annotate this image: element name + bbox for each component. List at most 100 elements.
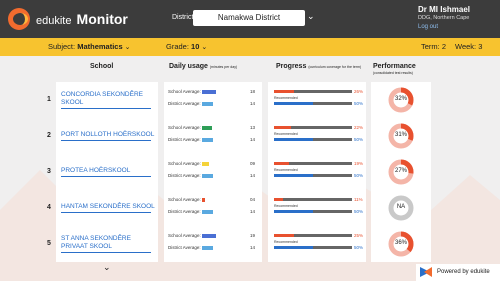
chevron-down-icon: ⌄ bbox=[201, 44, 208, 51]
school-name-link[interactable]: PORT NOLLOTH HOËRSKOOL bbox=[61, 131, 157, 139]
district-usage-value: 14 bbox=[250, 173, 256, 178]
school-progress-fill bbox=[274, 198, 283, 201]
table-row: 4 HANTAM SEKONDÊRE SKOOL School Average:… bbox=[0, 190, 500, 226]
school-cell: CONCORDIA SEKONDÊRE SKOOL bbox=[56, 82, 158, 118]
row-number: 5 bbox=[47, 240, 51, 247]
performance-value: 32% bbox=[394, 96, 407, 102]
school-progress-fill bbox=[274, 126, 292, 129]
school-progress-value: 19% bbox=[354, 161, 364, 166]
performance-value: 36% bbox=[394, 240, 407, 246]
user-role: DDG, Northern Cape bbox=[418, 15, 470, 21]
school-progress-track bbox=[274, 162, 352, 165]
district-average-label: District Average: bbox=[168, 209, 201, 214]
school-usage-value: 13 bbox=[250, 125, 256, 130]
progress-cell: 19% Recommended 50% bbox=[268, 154, 366, 190]
school-progress-track bbox=[274, 90, 352, 93]
user-name: Dr MI Ishmael bbox=[418, 5, 471, 14]
usage-cell: School Average: 04 District Average: 14 bbox=[164, 190, 262, 226]
recommended-label: Recommended bbox=[274, 168, 298, 172]
chevron-down-icon[interactable]: ⌄ bbox=[307, 11, 315, 22]
school-average-label: School Average: bbox=[168, 89, 201, 94]
school-usage-bar bbox=[202, 162, 209, 166]
district-usage-bar bbox=[202, 138, 213, 142]
recommended-label: Recommended bbox=[274, 132, 298, 136]
recommended-progress-fill bbox=[274, 174, 313, 177]
week-indicator: Week: 3 bbox=[455, 42, 483, 51]
school-name-line1: HANTAM SEKONDÊRE SKOOL bbox=[61, 203, 155, 210]
subject-filter[interactable]: Subject: Mathematics ⌄ bbox=[48, 42, 131, 51]
school-progress-value: 25% bbox=[354, 233, 364, 238]
subject-value: Mathematics bbox=[77, 42, 123, 51]
school-underline bbox=[61, 212, 151, 213]
school-name-link[interactable]: ST ANNA SEKONDÊRE PRIVAAT SKOOL bbox=[61, 235, 157, 251]
term-indicator: Term: 2 bbox=[421, 42, 447, 51]
edukite-logo-icon bbox=[8, 8, 30, 30]
top-header: edukite Monitor District Namakwa Distric… bbox=[0, 0, 500, 38]
row-number: 3 bbox=[47, 168, 51, 175]
grade-label: Grade: bbox=[166, 42, 189, 51]
district-average-label: District Average: bbox=[168, 101, 201, 106]
row-number: 1 bbox=[47, 96, 51, 103]
school-usage-bar bbox=[202, 90, 216, 94]
progress-cell: 11% Recommended 50% bbox=[268, 190, 366, 226]
usage-cell: School Average: 19 District Average: 14 bbox=[164, 226, 262, 262]
load-more-chevron-icon[interactable]: ⌄ bbox=[103, 262, 111, 273]
school-progress-track bbox=[274, 198, 352, 201]
table-row: 3 PROTEA HOËRSKOOL School Average: 09 Di… bbox=[0, 154, 500, 190]
school-average-label: School Average: bbox=[168, 197, 201, 202]
recommended-progress-fill bbox=[274, 246, 313, 249]
school-average-label: School Average: bbox=[168, 161, 201, 166]
logout-link[interactable]: Log out bbox=[418, 24, 438, 30]
recommended-progress-track bbox=[274, 138, 352, 141]
district-usage-value: 14 bbox=[250, 245, 256, 250]
school-underline bbox=[61, 140, 151, 141]
school-name-link[interactable]: HANTAM SEKONDÊRE SKOOL bbox=[61, 203, 157, 211]
chevron-down-icon: ⌄ bbox=[124, 44, 131, 51]
performance-cell: 27% bbox=[371, 154, 431, 190]
progress-cell: 26% Recommended 50% bbox=[268, 82, 366, 118]
usage-cell: School Average: 13 District Average: 14 bbox=[164, 118, 262, 154]
column-header-usage: Daily usage (minutes per day) bbox=[169, 63, 238, 70]
school-progress-fill bbox=[274, 162, 289, 165]
district-usage-bar bbox=[202, 174, 213, 178]
school-usage-value: 18 bbox=[250, 89, 256, 94]
school-name-line2: PRIVAAT SKOOL bbox=[61, 243, 112, 250]
school-usage-bar bbox=[202, 126, 212, 130]
usage-cell: School Average: 09 District Average: 14 bbox=[164, 154, 262, 190]
table-row: 1 CONCORDIA SEKONDÊRE SKOOL School Avera… bbox=[0, 82, 500, 118]
school-name-line1: PORT NOLLOTH HOËRSKOOL bbox=[61, 131, 155, 138]
recommended-label: Recommended bbox=[274, 240, 298, 244]
powered-by-text: Powered by edukite bbox=[437, 269, 490, 275]
table-row: 2 PORT NOLLOTH HOËRSKOOL School Average:… bbox=[0, 118, 500, 154]
performance-cell: 36% bbox=[371, 226, 431, 262]
district-select[interactable]: Namakwa District bbox=[193, 10, 305, 26]
school-cell: HANTAM SEKONDÊRE SKOOL bbox=[56, 190, 158, 226]
school-progress-fill bbox=[274, 234, 294, 237]
recommended-progress-value: 50% bbox=[354, 173, 364, 178]
school-name-link[interactable]: PROTEA HOËRSKOOL bbox=[61, 167, 157, 175]
district-average-label: District Average: bbox=[168, 137, 201, 142]
performance-cell: NA bbox=[371, 190, 431, 226]
school-usage-value: 04 bbox=[250, 197, 256, 202]
school-name-link[interactable]: CONCORDIA SEKONDÊRE SKOOL bbox=[61, 91, 157, 107]
district-average-label: District Average: bbox=[168, 173, 201, 178]
recommended-progress-track bbox=[274, 210, 352, 213]
edukite-mark-icon-part bbox=[424, 267, 432, 277]
powered-by-badge: Powered by edukite bbox=[416, 264, 500, 281]
recommended-progress-track bbox=[274, 246, 352, 249]
school-cell: PORT NOLLOTH HOËRSKOOL bbox=[56, 118, 158, 154]
recommended-progress-value: 50% bbox=[354, 209, 364, 214]
school-average-label: School Average: bbox=[168, 125, 201, 130]
performance-value: 27% bbox=[394, 168, 407, 174]
school-underline bbox=[61, 108, 151, 109]
district-label: District bbox=[172, 14, 194, 21]
column-header-school: School bbox=[90, 63, 114, 70]
district-usage-value: 14 bbox=[250, 137, 256, 142]
school-cell: PROTEA HOËRSKOOL bbox=[56, 154, 158, 190]
grade-filter[interactable]: Grade: 10 ⌄ bbox=[166, 42, 207, 51]
performance-cell: 32% bbox=[371, 82, 431, 118]
progress-cell: 22% Recommended 50% bbox=[268, 118, 366, 154]
school-name-line1: ST ANNA SEKONDÊRE bbox=[61, 235, 131, 242]
district-usage-bar bbox=[202, 102, 213, 106]
filter-bar: Subject: Mathematics ⌄ Grade: 10 ⌄ Term: 2… bbox=[0, 38, 500, 56]
